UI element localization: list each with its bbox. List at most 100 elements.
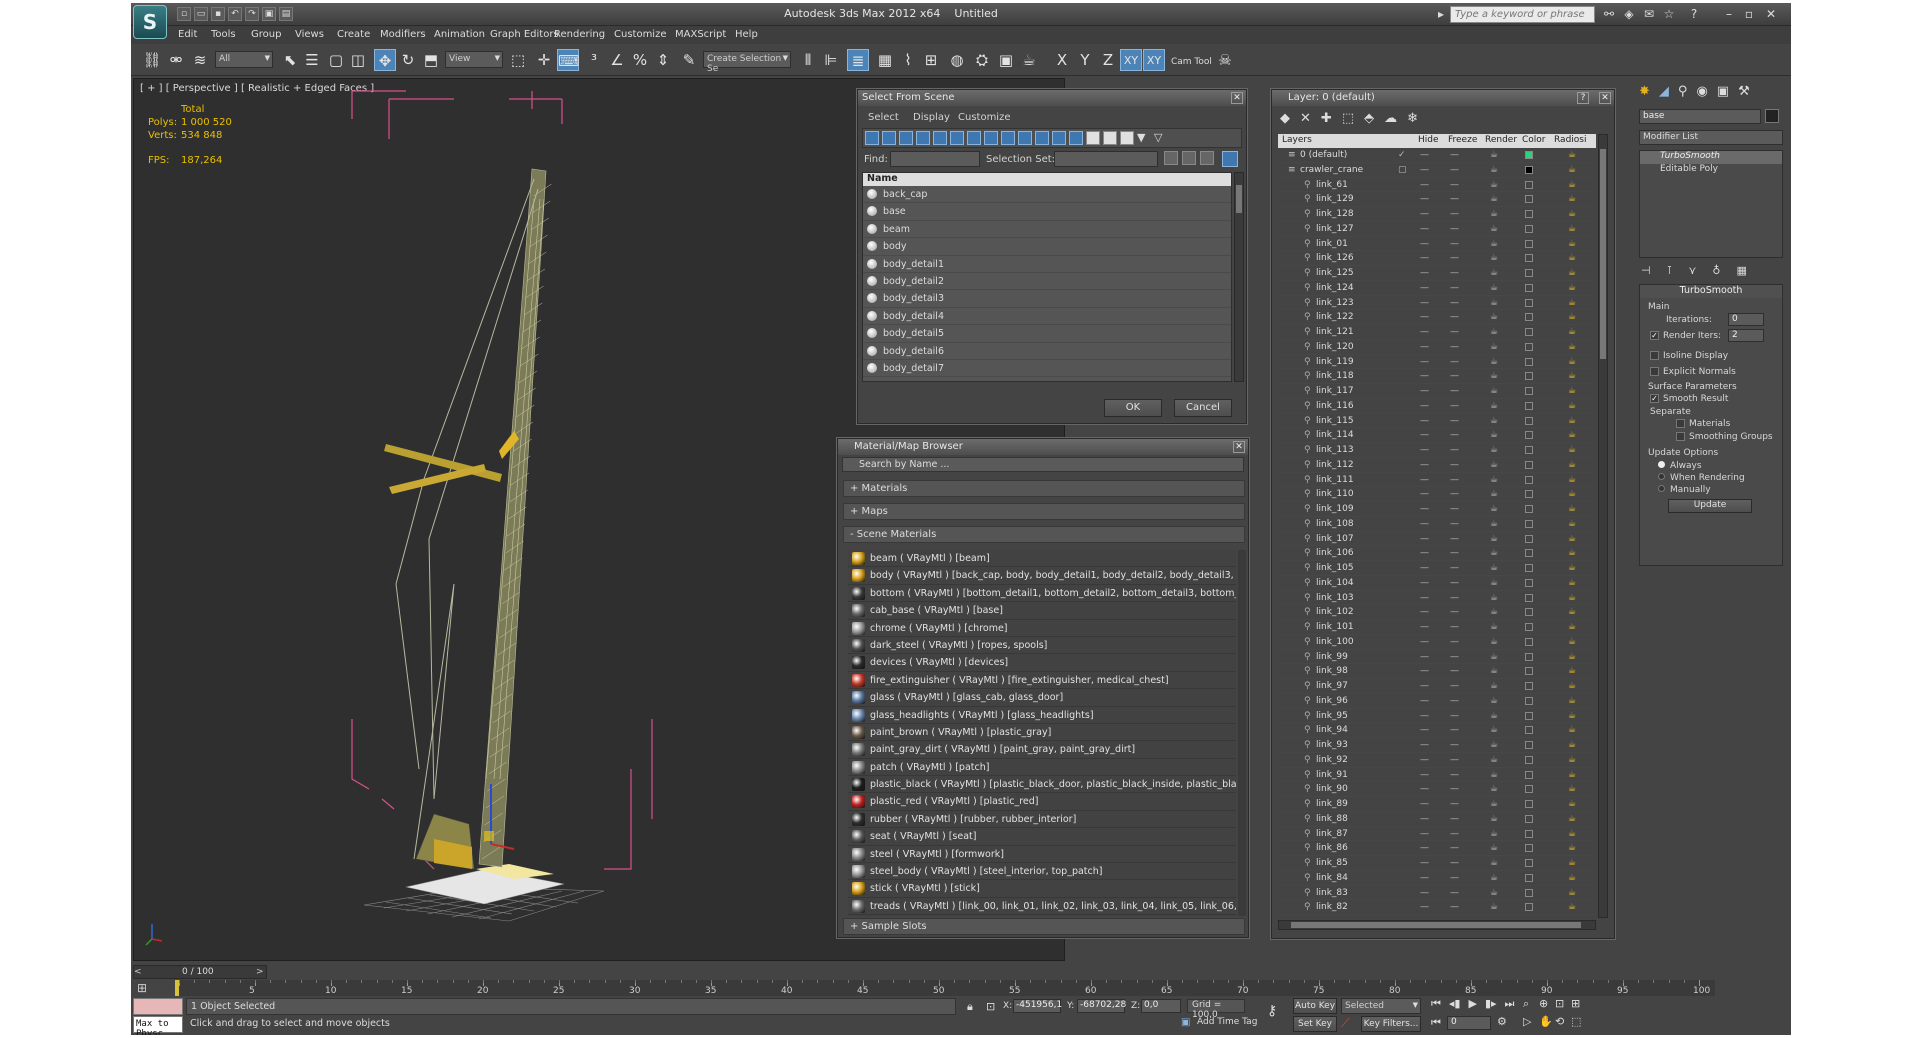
radiosity-toggle[interactable]: ☕ — [1568, 237, 1576, 251]
freeze-toggle[interactable]: — — [1450, 782, 1459, 796]
ok-button[interactable]: OK — [1104, 399, 1162, 417]
freeze-toggle[interactable]: — — [1450, 856, 1459, 870]
render-setup-icon[interactable]: ⛭ — [971, 49, 993, 71]
layer-color-swatch[interactable] — [1525, 519, 1533, 528]
layer-color-swatch[interactable] — [1525, 652, 1533, 661]
freeze-toggle[interactable]: — — [1450, 178, 1459, 192]
scrollbar-thumb[interactable] — [1291, 922, 1581, 928]
object-color-swatch[interactable] — [1765, 109, 1779, 123]
modify-tab-icon[interactable]: ◢ — [1659, 84, 1669, 99]
render-toggle[interactable]: ☕ — [1490, 384, 1498, 398]
material-item[interactable]: plastic_black ( VRayMtl ) [plastic_black… — [848, 776, 1236, 794]
layer-color-swatch[interactable] — [1525, 239, 1533, 248]
layer-row[interactable]: ⚲ link_89 — — ☕ ☕ — [1278, 797, 1596, 812]
radiosity-toggle[interactable]: ☕ — [1568, 517, 1576, 531]
open-file-icon[interactable]: ▭ — [194, 7, 208, 21]
layer-color-swatch[interactable] — [1525, 873, 1533, 882]
zoom-extents-all-icon[interactable]: ⊞ — [1571, 997, 1587, 1011]
delete-layer-icon[interactable]: ✕ — [1300, 111, 1311, 126]
radiosity-toggle[interactable]: ☕ — [1568, 635, 1576, 649]
render-toggle[interactable]: ☕ — [1490, 237, 1498, 251]
layer-color-swatch[interactable] — [1525, 682, 1533, 690]
layer-row[interactable]: ⚲ link_84 — — ☕ ☕ — [1278, 871, 1596, 886]
window-crossing-icon[interactable]: ◫ — [347, 49, 369, 71]
layer-row[interactable]: ⚲ link_108 — — ☕ ☕ — [1278, 517, 1596, 532]
scene-object-row[interactable]: body_detail5 — [863, 325, 1231, 343]
keyboard-shortcut-icon[interactable]: ⌨ — [557, 49, 580, 71]
scene-object-row[interactable]: body_detail3 — [863, 290, 1231, 308]
render-toggle[interactable]: ☕ — [1490, 605, 1498, 619]
close-window-icon[interactable]: ✕ — [1763, 6, 1779, 22]
utilities-tab-icon[interactable]: ⚒ — [1738, 84, 1750, 99]
hide-toggle[interactable]: — — [1420, 222, 1429, 236]
radiosity-toggle[interactable]: ☕ — [1568, 355, 1576, 369]
auto-key-button[interactable]: Auto Key — [1293, 998, 1337, 1014]
menu-edit[interactable]: Edit — [178, 29, 197, 40]
prev-frame-icon[interactable]: ◂▮ — [1449, 997, 1461, 1011]
layer-row[interactable]: ⚲ link_102 — — ☕ ☕ — [1278, 605, 1596, 620]
create-layer-icon[interactable]: ◆ — [1280, 111, 1290, 126]
hide-toggle[interactable]: — — [1420, 414, 1429, 428]
layer-row[interactable]: ≡ crawler_crane ▢ — — ☕ ☕ — [1278, 163, 1596, 178]
render-toggle[interactable]: ☕ — [1490, 414, 1498, 428]
render-toggle[interactable]: ☕ — [1490, 768, 1498, 782]
object-name-input[interactable]: base — [1639, 109, 1761, 124]
layer-row[interactable]: ⚲ link_127 — — ☕ ☕ — [1278, 222, 1596, 237]
time-config-icon[interactable]: ⚙ — [1497, 1015, 1507, 1028]
layer-row[interactable]: ⚲ link_92 — — ☕ ☕ — [1278, 753, 1596, 768]
layer-row[interactable]: ⚲ link_129 — — ☕ ☕ — [1278, 192, 1596, 207]
layer-color-swatch[interactable] — [1525, 755, 1533, 764]
layer-color-swatch[interactable] — [1525, 859, 1533, 867]
update-button[interactable]: Update — [1668, 499, 1752, 513]
render-toggle[interactable]: ☕ — [1490, 841, 1498, 855]
iterations-spinner[interactable]: 0 — [1728, 313, 1764, 326]
material-item[interactable]: steel ( VRayMtl ) [formwork] — [848, 845, 1236, 864]
materials-checkbox[interactable]: Materials — [1676, 419, 1730, 429]
material-list-scrollbar[interactable] — [1238, 550, 1246, 916]
add-time-tag[interactable]: Add Time Tag — [1197, 1017, 1257, 1027]
hierarchy-tab-icon[interactable]: ⚲ — [1678, 84, 1688, 99]
scene-object-row[interactable]: beam — [863, 220, 1231, 239]
layer-color-swatch[interactable] — [1525, 696, 1533, 705]
hide-toggle[interactable]: — — [1420, 576, 1429, 590]
layer-row[interactable]: ⚲ link_91 — — ☕ ☕ — [1278, 768, 1596, 783]
freeze-toggle[interactable]: — — [1450, 192, 1459, 206]
filter-helpers-icon[interactable] — [933, 131, 947, 145]
layer-row[interactable]: ⚲ link_114 — — ☕ ☕ — [1278, 428, 1596, 443]
motion-tab-icon[interactable]: ◉ — [1696, 84, 1707, 99]
hide-toggle[interactable]: — — [1420, 768, 1429, 782]
render-toggle[interactable]: ☕ — [1490, 281, 1498, 295]
scrollbar-thumb[interactable] — [1600, 149, 1606, 359]
layer-row[interactable]: ⚲ link_87 — — ☕ ☕ — [1278, 827, 1596, 842]
layer-row[interactable]: ⚲ link_111 — — ☕ ☕ — [1278, 473, 1596, 488]
radiosity-toggle[interactable]: ☕ — [1568, 192, 1576, 206]
rollout-title[interactable]: TurboSmooth — [1640, 285, 1782, 298]
render-toggle[interactable]: ☕ — [1490, 827, 1498, 841]
material-item[interactable]: glass_headlights ( VRayMtl ) [glass_head… — [848, 706, 1236, 724]
render-toggle[interactable]: ☕ — [1490, 178, 1498, 192]
freeze-toggle[interactable]: — — [1450, 310, 1459, 324]
current-frame-field[interactable]: 0 — [1447, 1016, 1491, 1030]
graphite-ribbon-icon[interactable]: ▦ — [874, 49, 896, 71]
freeze-toggle[interactable]: — — [1450, 591, 1459, 605]
hide-toggle[interactable]: — — [1420, 296, 1429, 310]
select-rotate-icon[interactable]: ↻ — [397, 49, 419, 71]
scene-object-row[interactable]: back_cap — [863, 186, 1231, 204]
layer-row[interactable]: ⚲ link_122 — — ☕ ☕ — [1278, 310, 1596, 325]
subscription-icon[interactable]: ◈ — [1621, 6, 1637, 22]
material-item[interactable]: steel_body ( VRayMtl ) [steel_interior, … — [848, 863, 1236, 881]
material-item[interactable]: cab_base ( VRayMtl ) [base] — [848, 602, 1236, 620]
filter-groups-icon[interactable] — [967, 131, 981, 145]
ref-coord-dropdown[interactable]: View — [445, 51, 503, 68]
hide-toggle[interactable]: — — [1420, 679, 1429, 693]
menu-customize[interactable]: Customize — [614, 29, 667, 40]
modifier-list-dropdown[interactable]: Modifier List — [1639, 130, 1783, 145]
radiosity-toggle[interactable]: ☕ — [1568, 576, 1576, 590]
radiosity-toggle[interactable]: ☕ — [1568, 148, 1576, 162]
time-next-icon[interactable]: > — [256, 967, 264, 977]
radiosity-toggle[interactable]: ☕ — [1568, 841, 1576, 855]
freeze-toggle[interactable]: — — [1450, 458, 1459, 472]
filter-bones-icon[interactable] — [1001, 131, 1015, 145]
add-to-layer-icon[interactable]: ✚ — [1321, 111, 1332, 126]
hide-toggle[interactable]: — — [1420, 340, 1429, 354]
